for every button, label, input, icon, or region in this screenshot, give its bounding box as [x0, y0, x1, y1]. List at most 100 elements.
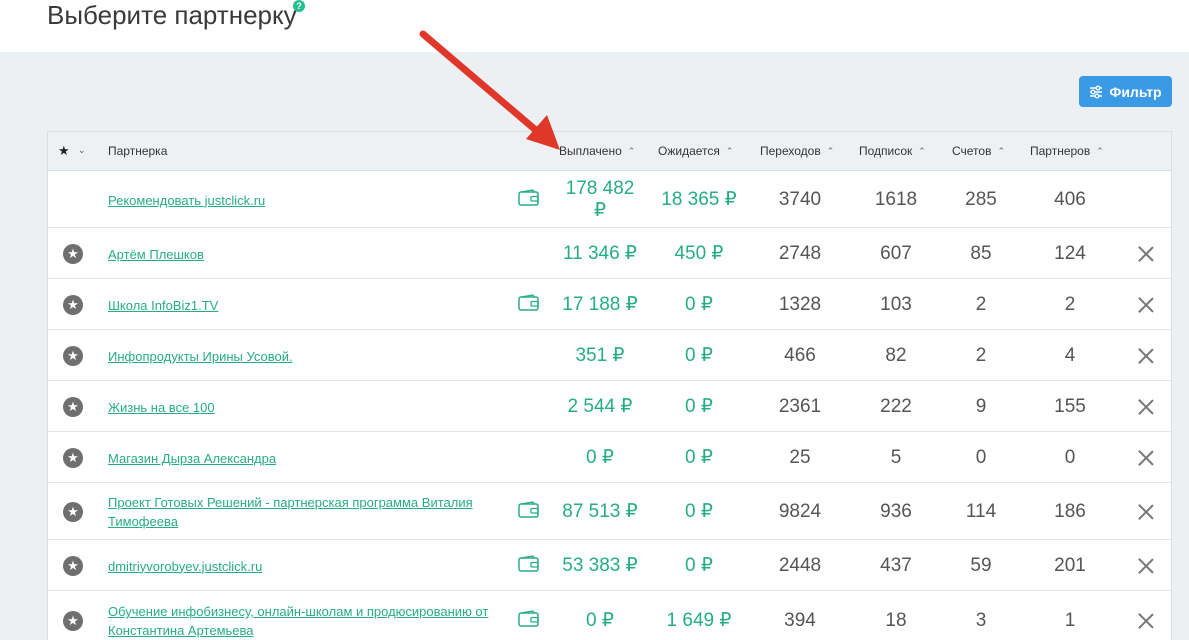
remove-icon[interactable] [1138, 348, 1154, 364]
partners-value: 2 [1064, 293, 1076, 315]
paid-currency: ₽ [593, 199, 607, 221]
table-row[interactable]: Рекомендовать justclick.ru 178 482 ₽18 365… [48, 171, 1171, 228]
remove-icon[interactable] [1138, 558, 1154, 574]
partners-value: 1 [1064, 610, 1076, 631]
clicks-value: 466 [784, 344, 816, 366]
wallet-icon[interactable] [518, 293, 540, 312]
partners-value: 124 [1054, 242, 1086, 264]
invoices-value: 2 [975, 293, 987, 315]
star-filter-icon[interactable]: ★ [58, 143, 70, 159]
invoices-value: 2 [975, 344, 987, 366]
column-clicks[interactable]: Переходов ⌃ [760, 144, 834, 158]
clicks-value: 2748 [778, 242, 822, 264]
invoices-value: 3 [975, 610, 987, 631]
partner-name: Магазин Дырза Александра [108, 450, 277, 466]
expected-value: 18 365 ₽ [661, 188, 737, 210]
paid-amount: 178 482 [565, 177, 635, 199]
sort-icon: ⌃ [1096, 146, 1104, 156]
column-expected[interactable]: Ожидается ⌃ [658, 144, 733, 158]
sort-icon: ⌃ [997, 146, 1006, 156]
partner-link[interactable]: Инфопродукты Ирины Усовой. [108, 347, 503, 366]
partner-name: Обучение инфобизнесу, онлайн-школам и пр… [108, 604, 489, 619]
wallet-icon[interactable] [518, 500, 540, 519]
filter-label: Фильтр [1109, 83, 1162, 100]
wallet-icon[interactable] [518, 188, 540, 207]
invoices-value: 285 [965, 188, 997, 210]
remove-icon[interactable] [1138, 613, 1154, 629]
partner-link[interactable]: Школа InfoBiz1.TV [108, 296, 503, 315]
sort-icon: ⌃ [826, 146, 835, 156]
expected-value: 450 ₽ [674, 242, 724, 264]
remove-icon[interactable] [1138, 450, 1154, 466]
paid-value: 87 513 ₽ [562, 500, 638, 522]
table-row[interactable]: ★ Инфопродукты Ирины Усовой. 351 ₽0 ₽466 82… [48, 330, 1171, 381]
remove-icon[interactable] [1138, 297, 1154, 313]
column-partners[interactable]: Партнеров ⌃ [1030, 144, 1104, 158]
column-invoices[interactable]: Счетов ⌃ [952, 144, 1005, 158]
favorite-star-icon[interactable]: ★ [63, 243, 83, 264]
paid-value: 351 ₽ [575, 344, 625, 366]
column-expected-label: Ожидается [658, 144, 720, 158]
table-row[interactable]: ★ Обучение инфобизнесу, онлайн-школам и п… [48, 591, 1171, 640]
favorite-star-icon[interactable]: ★ [63, 294, 83, 315]
wallet-icon[interactable] [518, 610, 540, 628]
favorite-star-icon[interactable]: ★ [63, 396, 83, 417]
column-invoices-label: Счетов [952, 144, 992, 158]
partner-link[interactable]: Артём Плешков [108, 245, 503, 264]
sort-icon: ⌃ [725, 146, 734, 156]
table-row[interactable]: ★ Жизнь на все 100 2 544 ₽0 ₽2361 222 9 155 [48, 381, 1171, 432]
paid-value: 0 ₽ [586, 446, 614, 468]
partner-link[interactable]: Жизнь на все 100 [108, 398, 503, 417]
help-icon[interactable]: ? [293, 0, 305, 12]
filter-button[interactable]: Фильтр [1079, 76, 1172, 107]
column-clicks-label: Переходов [760, 144, 821, 158]
table-row[interactable]: ★ Школа InfoBiz1.TV 17 188 ₽0 ₽1328 103 2 2 [48, 279, 1171, 330]
invoices-value: 9 [975, 395, 987, 417]
page-title: Выберите партнерку [47, 0, 297, 30]
partner-name-line2: Тимофеева [108, 513, 178, 529]
expected-value: 1 649 ₽ [666, 610, 732, 631]
favorite-star-icon[interactable]: ★ [63, 611, 83, 631]
partners-value: 406 [1054, 188, 1086, 210]
invoices-value: 0 [975, 446, 987, 468]
paid-value: 11 346 ₽ [562, 242, 638, 264]
favorite-star-icon[interactable]: ★ [63, 555, 83, 576]
partner-name-line2: Константина Артемьева [108, 623, 254, 638]
table-row[interactable]: ★ Магазин Дырза Александра 0 ₽0 ₽25 5 0 0 [48, 432, 1171, 483]
partners-value: 201 [1054, 554, 1086, 576]
clicks-value: 3740 [778, 188, 822, 210]
favorite-star-icon[interactable]: ★ [63, 447, 83, 468]
chevron-down-icon[interactable]: ⌄ [78, 145, 86, 156]
favorite-star-icon[interactable]: ★ [63, 345, 83, 366]
partner-link[interactable]: Проект Готовых Решений - партнерская про… [108, 493, 503, 531]
sliders-icon [1090, 85, 1103, 98]
partner-link[interactable]: Магазин Дырза Александра [108, 449, 503, 468]
favorite-star-icon[interactable]: ★ [63, 501, 83, 522]
sort-icon: ⌃ [918, 146, 926, 156]
partner-name: Рекомендовать justclick.ru [108, 192, 266, 208]
paid-value: 17 188 ₽ [562, 293, 638, 315]
expected-value: 0 ₽ [685, 554, 713, 576]
partner-link[interactable]: dmitriyvorobyev.justclick.ru [108, 557, 503, 576]
partners-value: 186 [1054, 500, 1086, 522]
remove-icon[interactable] [1138, 246, 1154, 262]
column-subscriptions[interactable]: Подписок ⌃ [859, 144, 926, 158]
partner-link[interactable]: Рекомендовать justclick.ru [108, 191, 503, 210]
partner-name: Проект Готовых Решений - партнерская про… [108, 494, 473, 510]
table-row[interactable]: ★ Проект Готовых Решений - партнерская пр… [48, 483, 1171, 540]
remove-icon[interactable] [1138, 504, 1154, 520]
column-paid[interactable]: Выплачено ⌃ [559, 144, 635, 158]
partner-link[interactable]: Обучение инфобизнесу, онлайн-школам и пр… [108, 602, 503, 640]
invoices-value: 114 [965, 500, 997, 522]
partner-name: Артём Плешков [108, 246, 204, 262]
table-row[interactable]: ★ dmitriyvorobyev.justclick.ru 53 383 ₽ 0 ₽… [48, 540, 1171, 591]
clicks-value: 1328 [778, 293, 822, 315]
wallet-icon[interactable] [518, 554, 540, 573]
remove-icon[interactable] [1138, 399, 1154, 415]
clicks-value: 25 [789, 446, 811, 468]
column-paid-label: Выплачено [559, 144, 622, 158]
partner-name: Школа InfoBiz1.TV [108, 297, 219, 313]
partners-value: 155 [1054, 395, 1086, 417]
column-subscriptions-label: Подписок [859, 144, 913, 158]
table-row[interactable]: ★ Артём Плешков 11 346 ₽450 ₽2748 607 85 124 [48, 228, 1171, 279]
